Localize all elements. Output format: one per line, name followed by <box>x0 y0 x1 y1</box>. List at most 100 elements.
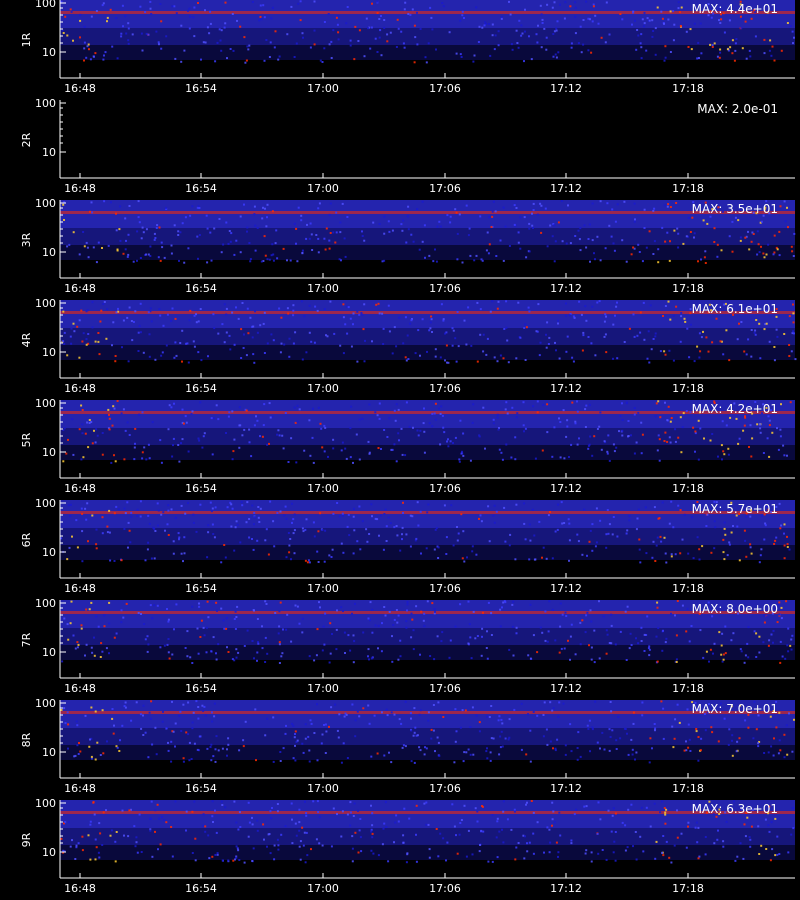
speckle <box>325 227 328 230</box>
speckle <box>401 538 403 541</box>
speckle <box>455 52 458 55</box>
speckle <box>730 639 733 642</box>
speckle <box>207 531 210 534</box>
panel-3R: 101003RMAX: 3.5e+0116:48 16:54 17:00 17:06 1… <box>20 197 796 295</box>
speckle <box>251 860 254 862</box>
speckle <box>220 800 223 803</box>
speckle <box>697 736 700 738</box>
speckle <box>669 318 672 321</box>
speckle <box>295 242 297 245</box>
speckle <box>371 515 373 518</box>
speckle <box>193 800 196 803</box>
speckle <box>228 230 231 232</box>
speckle <box>438 407 440 410</box>
speckle <box>652 253 655 255</box>
speckle <box>520 748 523 751</box>
speckle <box>746 816 749 819</box>
speckle <box>298 622 301 625</box>
speckle <box>304 723 307 726</box>
speckle <box>273 844 276 847</box>
speckle <box>623 200 626 203</box>
speckle <box>546 743 549 746</box>
speckle <box>137 350 140 352</box>
speckle <box>280 655 283 658</box>
speckle <box>192 513 195 516</box>
speckle <box>685 410 688 412</box>
speckle <box>263 352 266 354</box>
x-tick-label: 16:48 <box>64 882 96 895</box>
speckle <box>95 547 98 550</box>
speckle <box>551 6 554 9</box>
speckle <box>606 452 609 455</box>
speckle <box>66 558 69 561</box>
speckle <box>319 422 322 425</box>
speckle <box>235 821 238 824</box>
speckle <box>199 735 202 738</box>
speckle <box>519 216 522 219</box>
speckle <box>186 655 189 658</box>
speckle <box>189 214 192 217</box>
speckle <box>463 17 465 19</box>
speckle <box>395 609 398 611</box>
speckle <box>412 648 415 651</box>
speckle <box>346 813 349 816</box>
speckle <box>279 760 282 762</box>
speckle <box>318 202 321 205</box>
spectrogram-image <box>60 300 797 364</box>
speckle <box>594 700 597 703</box>
speckle <box>164 207 167 210</box>
speckle <box>238 406 241 409</box>
speckle <box>419 429 422 432</box>
speckle <box>231 13 234 15</box>
x-tick-label: 16:54 <box>185 482 217 495</box>
speckle <box>390 711 393 714</box>
speckle <box>606 509 609 511</box>
panel-label: 5R <box>20 432 33 447</box>
speckle <box>664 641 667 644</box>
speckle <box>85 518 88 521</box>
speckle <box>415 605 418 608</box>
speckle <box>362 631 365 634</box>
speckle <box>141 49 144 52</box>
speckle <box>548 336 551 339</box>
speckle <box>526 850 529 853</box>
speckle <box>70 600 73 603</box>
speckle <box>296 739 299 742</box>
speckle <box>743 661 746 664</box>
speckle <box>596 235 599 238</box>
speckle <box>376 0 379 3</box>
speckle <box>191 605 194 608</box>
speckle <box>578 238 581 241</box>
speckle <box>671 725 674 728</box>
speckle <box>235 306 237 309</box>
speckle <box>678 721 681 724</box>
speckle <box>654 857 657 860</box>
speckle <box>748 49 751 52</box>
speckle <box>520 24 523 27</box>
speckle <box>591 549 594 552</box>
speckle <box>532 634 535 637</box>
speckle <box>290 802 293 805</box>
speckle <box>278 641 281 644</box>
speckle <box>363 239 366 242</box>
speckle <box>584 631 587 634</box>
speckle <box>286 613 289 616</box>
speckle <box>555 29 558 32</box>
speckle <box>767 644 770 647</box>
speckle <box>113 512 116 515</box>
speckle <box>668 259 671 262</box>
speckle <box>528 222 531 225</box>
speckle <box>154 530 157 532</box>
speckle <box>393 713 396 716</box>
speckle <box>194 837 197 840</box>
speckle <box>317 530 320 533</box>
speckle <box>721 660 724 663</box>
max-label: MAX: 7.0e+01 <box>692 702 778 716</box>
speckle <box>87 540 89 543</box>
speckle <box>296 605 299 608</box>
speckle <box>398 316 401 319</box>
speckle <box>386 33 389 36</box>
speckle <box>664 45 667 48</box>
speckle <box>621 239 624 242</box>
x-tick-label: 17:00 <box>307 582 339 595</box>
